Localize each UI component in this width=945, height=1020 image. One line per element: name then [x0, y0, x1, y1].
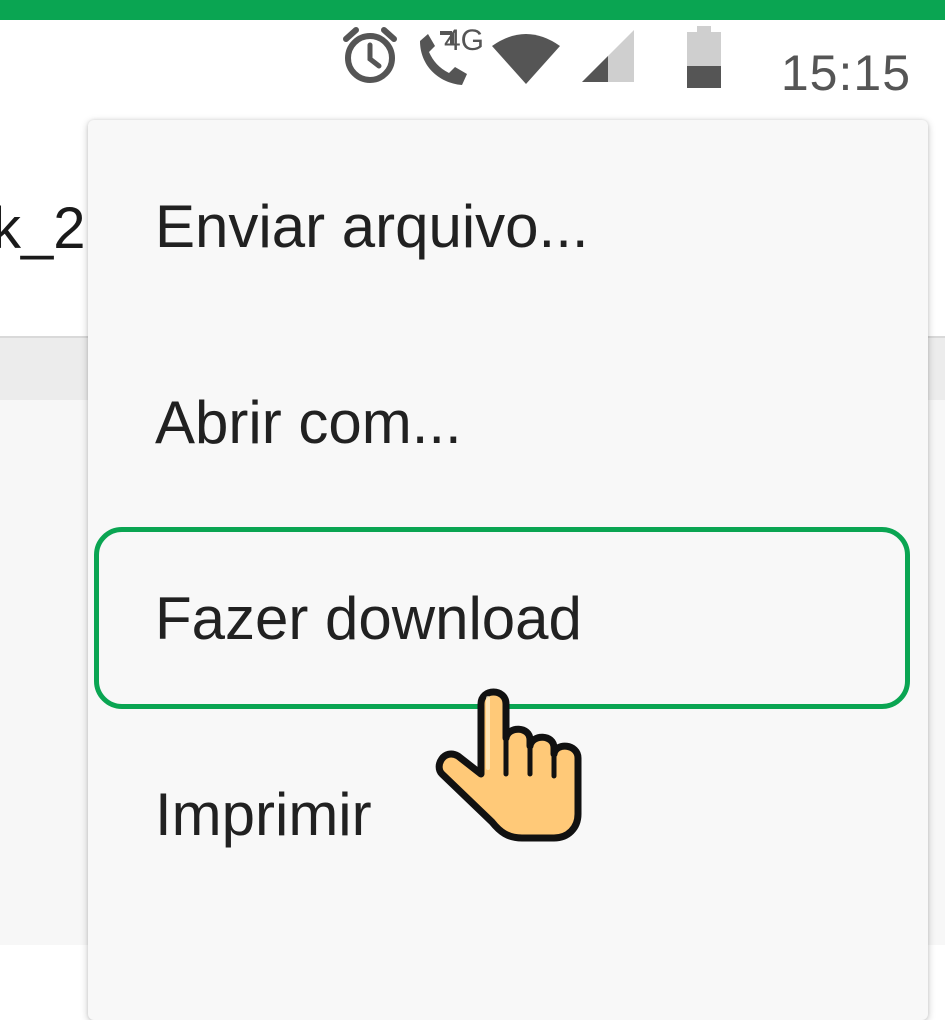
menu-item-label: Abrir com... [155, 389, 462, 456]
signal-icon [582, 30, 636, 89]
alarm-icon [340, 25, 400, 90]
battery-icon [684, 26, 724, 95]
pointing-hand-icon [426, 676, 596, 851]
menu-item-send-file[interactable]: Enviar arquivo... [88, 120, 928, 316]
wifi-icon [490, 30, 562, 91]
clock-time: 15:15 [780, 45, 911, 101]
status-bar: 4G 15:15 [0, 20, 945, 100]
top-accent-bar [0, 0, 945, 20]
menu-item-open-with[interactable]: Abrir com... [88, 316, 928, 512]
menu-item-label: Enviar arquivo... [155, 193, 589, 260]
menu-item-label: Imprimir [155, 781, 372, 848]
network-type-label: 4G [444, 24, 485, 57]
